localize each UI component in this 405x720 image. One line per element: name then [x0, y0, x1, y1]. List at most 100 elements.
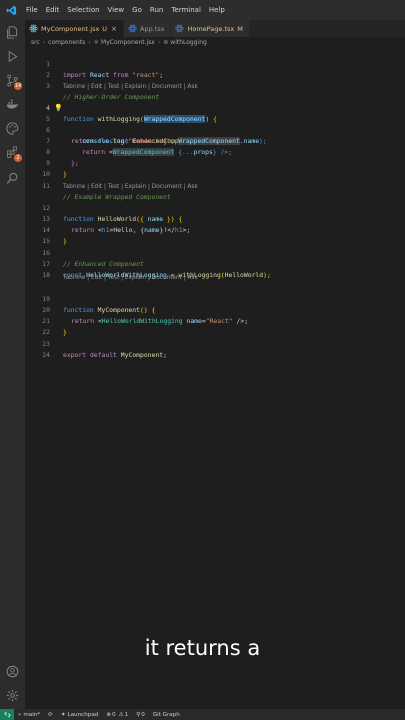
launchpad-button[interactable]: ✦ Launchpad — [57, 712, 102, 718]
code-token: export — [63, 351, 87, 359]
code-token: ; — [163, 351, 167, 359]
chevron-right-icon: › — [88, 39, 91, 46]
tab-mycomponent-jsx[interactable]: MyComponent.jsx U × — [25, 20, 124, 37]
warning-count: 1 — [124, 711, 129, 718]
tab-label: HomePage.tsx — [187, 24, 235, 33]
code-line: 13 return <h1>Hello, {name}!</h1>; — [25, 203, 405, 234]
breadcrumb-item[interactable]: MyComponent.jsx — [101, 39, 155, 46]
code-line: 20 return <HelloWorldWithLogging name="R… — [25, 294, 405, 325]
vscode-logo-icon — [0, 0, 22, 20]
breadcrumb-item[interactable]: withLogging — [170, 39, 207, 46]
line-number: 3 — [46, 82, 50, 90]
line-number: 18 — [42, 271, 50, 279]
tab-status: U — [102, 24, 108, 33]
problems-indicator[interactable]: ⊗ 0 ⚠ 1 — [102, 712, 132, 718]
code-line: 10 — [25, 158, 405, 178]
tab-label: MyComponent.jsx — [41, 24, 100, 33]
symbol-function-icon: ⊚ — [163, 39, 169, 46]
chevron-right-icon: › — [157, 39, 161, 46]
menu-run[interactable]: Run — [146, 6, 167, 14]
code-line: 15 — [25, 225, 405, 245]
menu-selection[interactable]: Selection — [63, 6, 103, 14]
code-line: 12 function HelloWorld({ name }) { — [25, 192, 405, 223]
breadcrumb-item[interactable]: components — [48, 39, 85, 46]
source-control-icon[interactable]: 14 — [4, 72, 22, 90]
line-number: 11 — [42, 182, 50, 190]
palette-icon[interactable] — [4, 120, 21, 137]
code-line: 11 // Example Wrapped Component — [25, 170, 405, 201]
code-line: 5 💡 return function EnhancedComponent(pr… — [25, 103, 405, 145]
git-graph-button[interactable]: Git Graph — [149, 712, 184, 718]
code-line: 17 const HelloWorldWithLogging = withLog… — [25, 248, 405, 279]
settings-gear-icon[interactable] — [4, 687, 21, 704]
docker-icon[interactable] — [4, 96, 21, 113]
close-icon[interactable]: × — [111, 25, 117, 33]
code-token: MyComponent — [120, 351, 164, 359]
video-subtitle: it returns a — [144, 636, 261, 660]
code-line: 9 } — [25, 147, 405, 178]
code-line: 24 — [25, 339, 405, 359]
extensions-icon[interactable]: 2 — [4, 144, 22, 162]
extensions-badge: 2 — [14, 154, 22, 162]
menu-edit[interactable]: Edit — [42, 6, 64, 14]
menu-help[interactable]: Help — [205, 6, 229, 14]
code-line: 19 function MyComponent() { — [25, 283, 405, 314]
code-line: 2 — [25, 59, 405, 79]
code-line: 1 import React from "react"; — [25, 48, 405, 79]
tabnine-codelens[interactable]: Tabnine | Edit | Test | Explain | Docume… — [63, 273, 198, 283]
react-file-icon — [29, 24, 38, 33]
run-debug-icon[interactable] — [4, 48, 21, 65]
warning-icon: ⚠ — [118, 711, 124, 718]
menu-terminal[interactable]: Terminal — [167, 6, 205, 14]
error-icon: ⊗ — [106, 711, 111, 718]
ports-icon: ⚲ — [136, 711, 141, 718]
tab-status: M — [237, 24, 243, 33]
account-icon[interactable] — [4, 663, 21, 680]
code-line: 16 // Enhanced Component — [25, 237, 405, 268]
menu-view[interactable]: View — [104, 6, 129, 14]
code-line: 3 // Higher-Order Component — [25, 70, 405, 101]
code-token: default — [89, 351, 117, 359]
branch-name: main* — [23, 711, 41, 718]
breadcrumb-item[interactable]: src — [31, 39, 40, 46]
git-branch[interactable]: ⑂ main* — [14, 712, 44, 718]
code-line: 21 } — [25, 305, 405, 336]
code-line: 22 — [25, 316, 405, 336]
lightbulb-icon[interactable]: 💡 — [54, 103, 63, 114]
tabnine-codelens[interactable]: Tabnine | Edit | Test | Explain | Docume… — [63, 82, 198, 92]
code-line: 8 }; — [25, 136, 405, 167]
menu-go[interactable]: Go — [128, 6, 146, 14]
launchpad-icon: ✦ — [60, 711, 66, 718]
explorer-icon[interactable] — [4, 24, 21, 41]
error-count: 0 — [112, 711, 116, 718]
menu-bar: File Edit Selection View Go Run Terminal… — [0, 0, 405, 20]
status-bar: ⑂ main* ⟳ ✦ Launchpad ⊗ 0 ⚠ 1 ⚲ 0 Git Graph — [0, 709, 405, 720]
menu-file[interactable]: File — [22, 6, 42, 14]
code-line: 23 export default MyComponent; — [25, 328, 405, 359]
code-editor[interactable]: 1 import React from "react"; 2 3 // High… — [25, 48, 405, 709]
react-file-icon — [175, 24, 185, 33]
ports-indicator[interactable]: ⚲ 0 — [132, 712, 149, 718]
git-branch-icon: ⑂ — [18, 711, 22, 718]
editor-tab-bar: MyComponent.jsx U × App.tsx HomePage.tsx… — [25, 20, 405, 37]
search-icon[interactable] — [4, 170, 21, 187]
sync-icon[interactable]: ⟳ — [44, 712, 57, 718]
code-line: 7 return <WrappedComponent {...props} />… — [25, 125, 405, 156]
code-line: 4 function withLogging(WrappedComponent)… — [25, 92, 405, 123]
remote-indicator-icon[interactable] — [0, 709, 14, 720]
line-number: 24 — [42, 351, 50, 359]
tabnine-codelens[interactable]: Tabnine | Edit | Test | Explain | Docume… — [63, 182, 198, 192]
ports-count: 0 — [141, 711, 145, 718]
launchpad-label: Launchpad — [67, 711, 99, 718]
code-line: 18 — [25, 259, 405, 279]
activity-bar: 14 2 — [0, 20, 25, 709]
tab-label: App.tsx — [139, 24, 165, 33]
code-line: 14 } — [25, 214, 405, 245]
code-line: 6 console.log("Rendering", WrappedCompon… — [25, 114, 405, 145]
code-token: ); — [263, 271, 271, 279]
react-file-icon — [128, 24, 137, 33]
tab-app-tsx[interactable]: App.tsx — [123, 20, 172, 37]
chevron-right-icon: › — [42, 39, 46, 46]
react-file-icon: ⚛ — [93, 39, 100, 46]
tab-homepage-tsx[interactable]: HomePage.tsx M — [171, 20, 250, 37]
